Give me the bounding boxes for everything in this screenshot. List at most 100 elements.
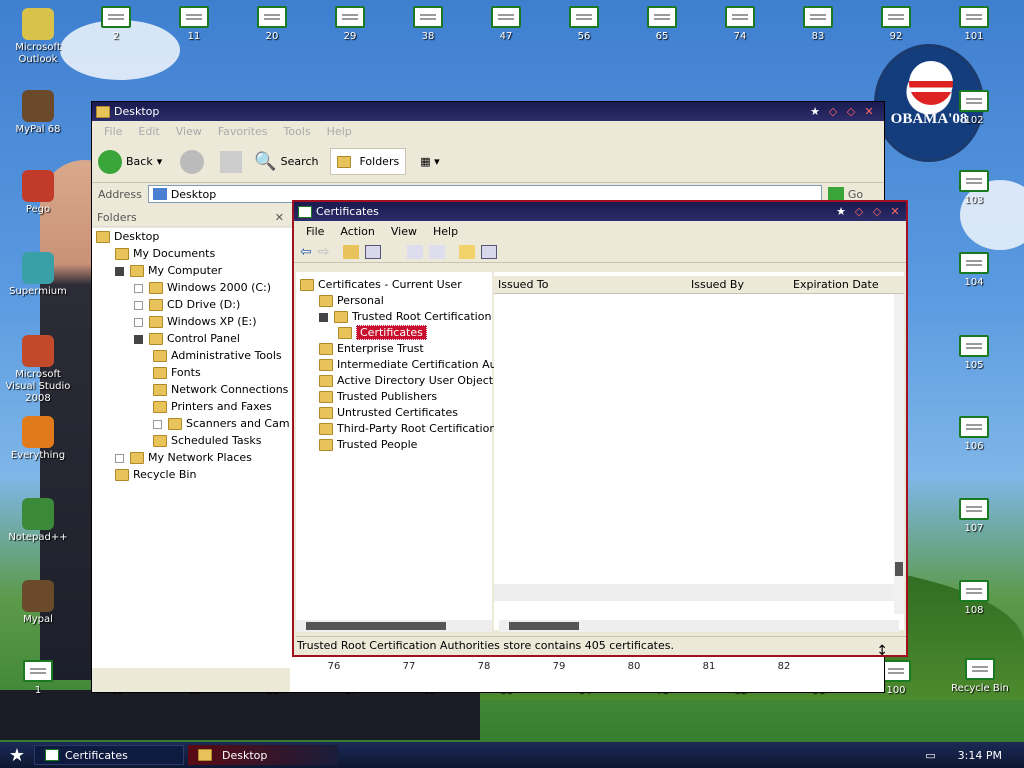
maximize-icon[interactable]: ◇ — [844, 105, 858, 119]
table-row[interactable]: thawte Primary Root CAthawte Primary ...… — [494, 533, 894, 550]
desktop-icon-app[interactable]: Microsoft Visual Studio 2008 — [2, 335, 74, 405]
tree-item[interactable]: Personal — [319, 292, 384, 309]
task-desktop[interactable]: Desktop — [188, 745, 338, 765]
menu-item[interactable]: Tools — [276, 125, 319, 138]
star-icon[interactable]: ★ — [834, 205, 848, 219]
desktop-icon-cert[interactable]: 1 — [8, 660, 68, 696]
table-row[interactable]: Thawte Premium Server CAThawte Premiu...… — [494, 516, 894, 533]
maximize-icon[interactable]: ◇ — [870, 205, 884, 219]
table-row[interactable]: TeliaSonera Root CA v1TeliaSonera Ro...1… — [494, 482, 894, 499]
desktop-icon-cert[interactable]: 20 — [242, 6, 302, 42]
tree-item[interactable]: Administrative Tools — [153, 347, 282, 364]
forward-arrow-icon[interactable]: ⇨ — [318, 244, 330, 260]
search-button[interactable]: 🔍 Search — [254, 151, 318, 172]
tree-item[interactable]: Desktop — [96, 228, 159, 245]
column-header[interactable]: Expiration Date — [793, 278, 879, 291]
desktop-icon-app[interactable]: Microsoft Outlook — [2, 8, 74, 66]
desktop-icon-cert[interactable]: 102 — [944, 90, 1004, 126]
back-button[interactable]: Back ▾ — [98, 149, 162, 174]
desktop-icon-cert[interactable]: 106 — [944, 416, 1004, 452]
menu-item[interactable]: Help — [319, 125, 360, 138]
table-row[interactable]: SZAFIR ROOT CA2SZAFIR ROOT ...10/19/2035 — [494, 448, 894, 465]
close-icon[interactable]: ✕ — [862, 105, 876, 119]
expander-icon[interactable] — [134, 334, 143, 344]
expander-icon[interactable] — [115, 453, 124, 463]
desktop-icon-cert[interactable]: 107 — [944, 498, 1004, 534]
table-row[interactable]: Symantec Class 1 Public Primary C...Syma… — [494, 312, 894, 329]
desktop-icon-cert[interactable]: 38 — [398, 6, 458, 42]
desktop-icon-app[interactable]: Notepad++ — [2, 498, 74, 544]
list-vscrollbar[interactable] — [894, 294, 904, 614]
explorer-title-bar[interactable]: Desktop ★ ◇ ◇ ✕ — [92, 102, 884, 121]
desktop-icon-cert[interactable]: 103 — [944, 170, 1004, 206]
refresh-icon[interactable] — [407, 244, 424, 259]
table-row[interactable]: Symantec Class 3 Public Primary C...Syma… — [494, 397, 894, 414]
start-button[interactable]: ★ — [0, 745, 34, 766]
tree-item[interactable]: Network Connections — [153, 381, 288, 398]
desktop-icon-cert[interactable]: 83 — [788, 6, 848, 42]
tree-item[interactable]: Active Directory User Object — [319, 372, 493, 389]
menu-item[interactable]: View — [168, 125, 210, 138]
views-button[interactable]: ▦ ▾ — [420, 155, 439, 168]
menu-item[interactable]: Edit — [130, 125, 167, 138]
table-row[interactable]: Symantec Enterprise Mobile Root ...Syman… — [494, 414, 894, 431]
expander-icon[interactable] — [134, 283, 143, 293]
desktop-icon-cert[interactable]: 56 — [554, 6, 614, 42]
tree-item[interactable]: Untrusted Certificates — [319, 404, 458, 421]
tree-item[interactable]: Certificates - Current User — [300, 276, 462, 293]
column-header[interactable]: Issued To — [498, 278, 549, 291]
up-folder-icon[interactable] — [343, 244, 360, 259]
export-icon[interactable] — [429, 244, 446, 259]
tree-item[interactable]: Printers and Faxes — [153, 398, 272, 415]
desktop-icon-cert[interactable]: 104 — [944, 252, 1004, 288]
tree-item[interactable]: Enterprise Trust — [319, 340, 424, 357]
minimize-icon[interactable]: ◇ — [852, 205, 866, 219]
desktop-icon-app[interactable]: Pego — [2, 170, 74, 216]
desktop-icon-cert[interactable]: 92 — [866, 6, 926, 42]
desktop-icon-app[interactable]: MyPal 68 — [2, 90, 74, 136]
close-pane-icon[interactable]: ✕ — [275, 211, 284, 224]
table-row[interactable]: TC TrustCenter Class 3 CA IITC TrustCent… — [494, 465, 894, 482]
tree-item[interactable]: Trusted People — [319, 436, 417, 453]
menu-item[interactable]: File — [96, 125, 130, 138]
expander-icon[interactable] — [319, 312, 328, 322]
desktop-icon-app[interactable]: Supermium — [2, 252, 74, 298]
column-header[interactable]: Issued By — [691, 278, 744, 291]
menu-item[interactable]: View — [383, 225, 425, 238]
tree-item[interactable]: Recycle Bin — [115, 466, 196, 483]
table-row[interactable]: Symantec Class 2 Public Primary C...Syma… — [494, 346, 894, 363]
desktop-icon-cert[interactable]: 108 — [944, 580, 1004, 616]
forward-arrow-icon[interactable] — [180, 149, 205, 174]
table-row[interactable]: Thailand National Root Certificatio...Th… — [494, 499, 894, 516]
desktop-icon-cert[interactable]: 101 — [944, 6, 1004, 42]
tree-item[interactable]: Third-Party Root Certification Au — [319, 420, 514, 437]
tree-item[interactable]: My Computer — [115, 262, 222, 279]
desktop-icon-cert[interactable]: 65 — [632, 6, 692, 42]
tree-item[interactable]: My Network Places — [115, 449, 252, 466]
menu-item[interactable]: File — [298, 225, 332, 238]
back-arrow-icon[interactable]: ⇦ — [300, 244, 312, 260]
desktop-icon-app[interactable]: Everything — [2, 416, 74, 462]
help-icon[interactable] — [459, 244, 476, 259]
list-hscrollbar[interactable] — [499, 620, 899, 632]
certificates-window[interactable]: Certificates ★ ◇ ◇ ✕ File Action View Help ⇦ ⇨… — [292, 200, 908, 659]
desktop-icon-cert[interactable]: Recycle Bin — [944, 658, 1016, 694]
desktop-icon-cert[interactable]: 11 — [164, 6, 224, 42]
tree-item[interactable]: My Documents — [115, 245, 215, 262]
desktop-icon-cert[interactable]: 29 — [320, 6, 380, 42]
close-icon[interactable]: ✕ — [888, 205, 902, 219]
tree-item[interactable]: CD Drive (D:) — [134, 296, 240, 313]
expander-icon[interactable] — [134, 300, 143, 310]
tree-item-selected[interactable]: Certificates — [338, 324, 427, 341]
desktop-icon-app[interactable]: Mypal — [2, 580, 74, 626]
tree-item[interactable]: Windows 2000 (C:) — [134, 279, 271, 296]
tree-item[interactable]: Scheduled Tasks — [153, 432, 262, 449]
desktop-icon-cert[interactable]: 105 — [944, 335, 1004, 371]
table-row[interactable]: Symantec Class 1 Public Primary C...Syma… — [494, 329, 894, 346]
desktop-icon-cert[interactable]: 47 — [476, 6, 536, 42]
table-row[interactable]: thawte Primary Root CA - G3thawte Primar… — [494, 567, 894, 584]
properties-icon[interactable] — [481, 244, 498, 259]
table-row[interactable]: Symantec Class 3 Public Primary C...Syma… — [494, 380, 894, 397]
table-row[interactable]: thawte Primary Root CA - G2thawte Primar… — [494, 550, 894, 567]
folders-button[interactable]: Folders — [330, 148, 407, 175]
